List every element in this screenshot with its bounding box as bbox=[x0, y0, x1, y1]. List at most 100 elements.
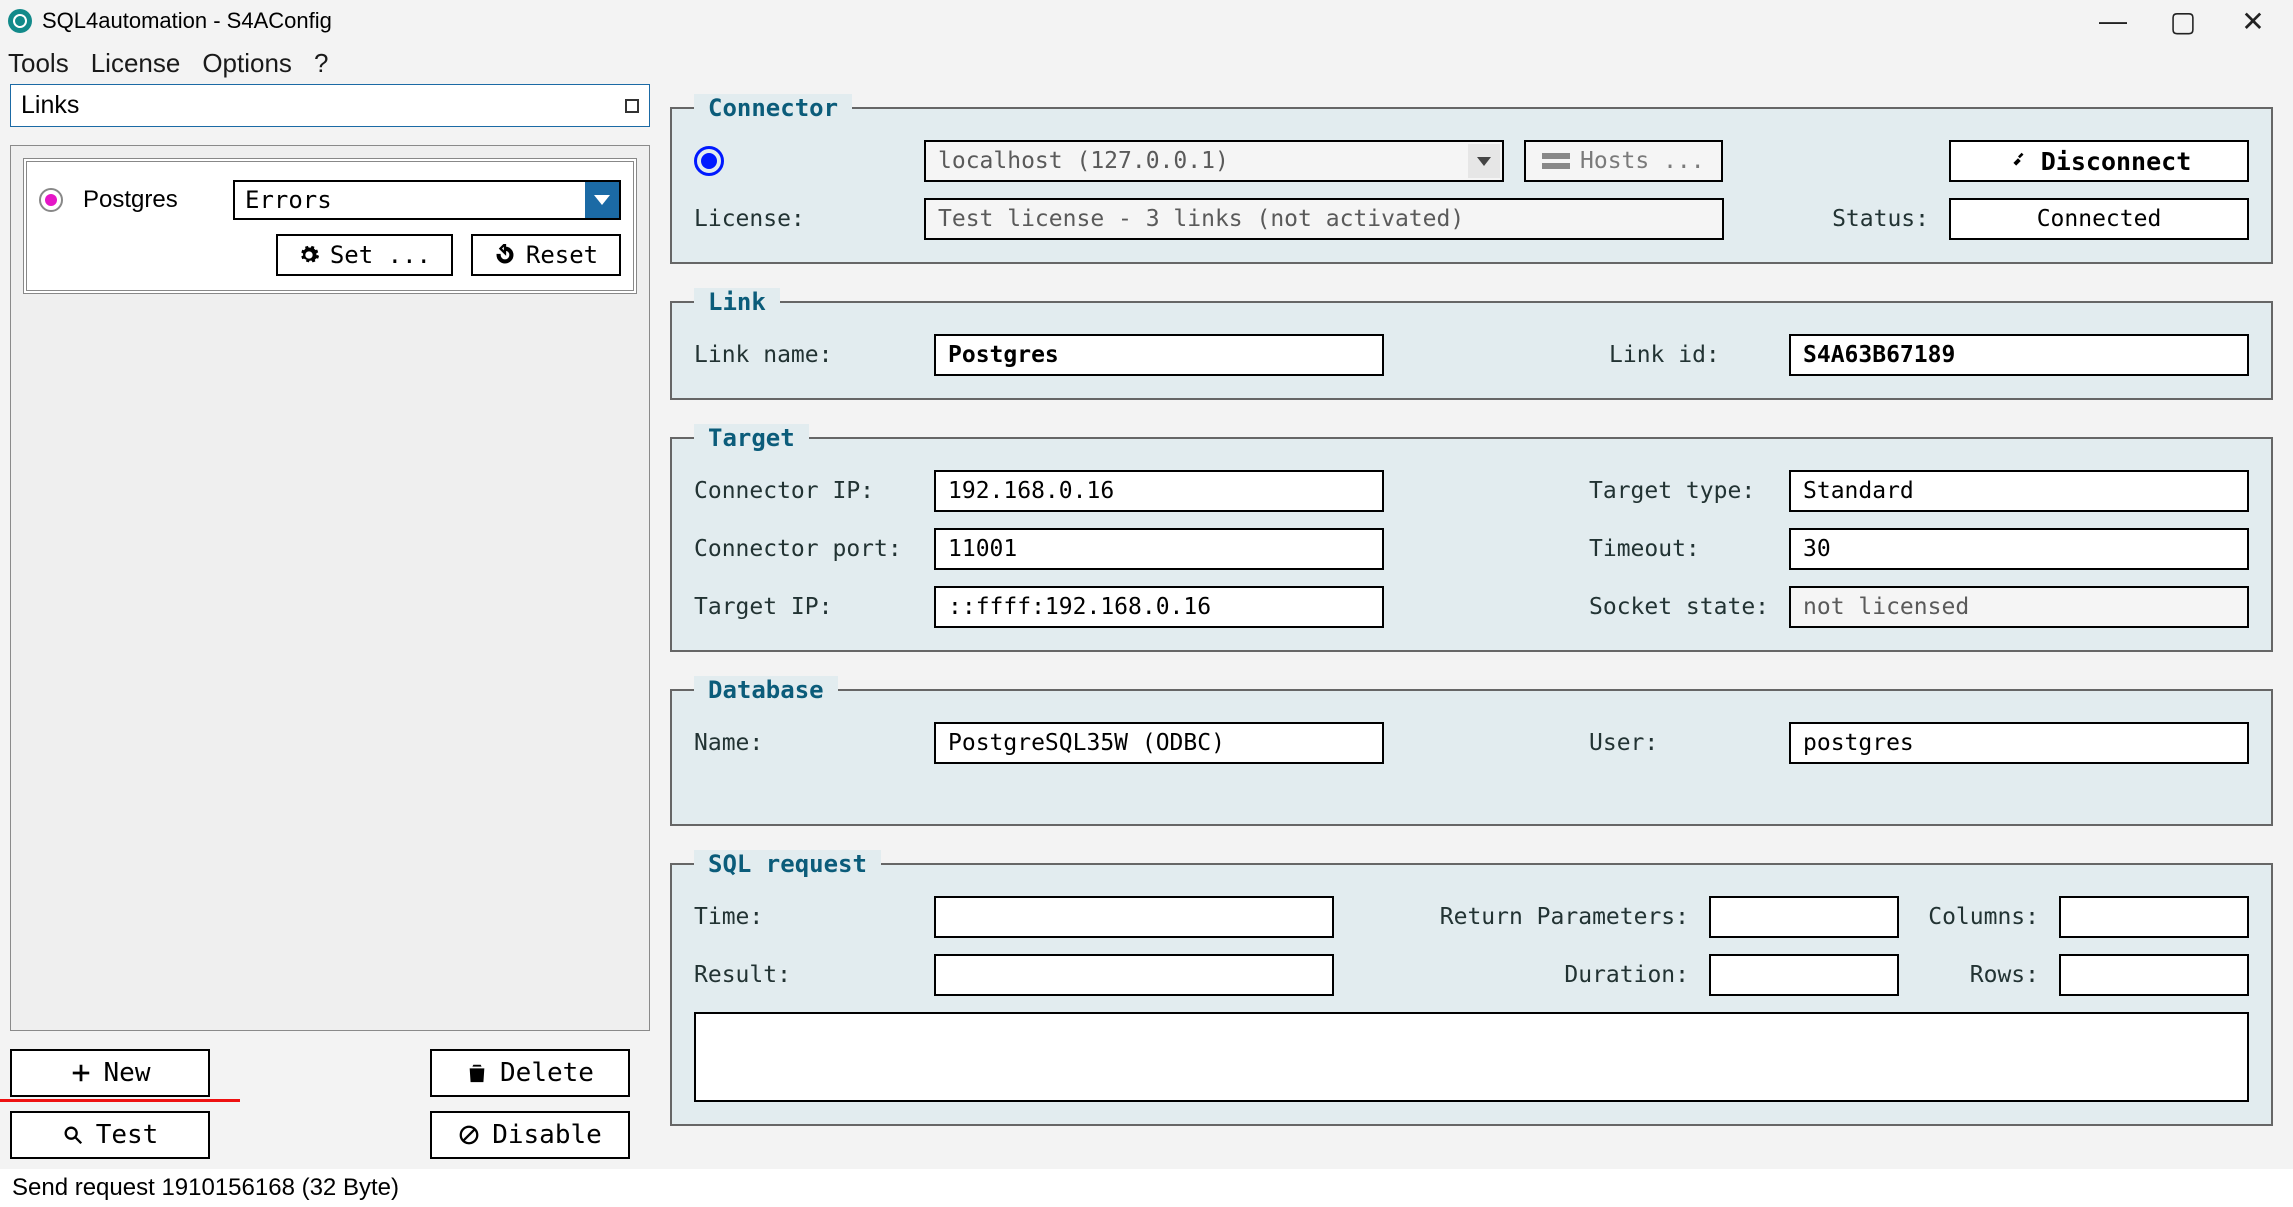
plus-icon bbox=[70, 1062, 92, 1084]
rows-label: Rows: bbox=[1919, 962, 2039, 988]
connector-port-input[interactable]: 11001 bbox=[934, 528, 1384, 570]
menu-help[interactable]: ? bbox=[314, 48, 328, 79]
rows-value bbox=[2059, 954, 2249, 996]
database-legend: Database bbox=[694, 676, 838, 704]
search-icon bbox=[62, 1124, 84, 1146]
gear-icon bbox=[298, 244, 320, 266]
link-group: Link Link name: Postgres Link id: S4A63B… bbox=[670, 288, 2273, 400]
time-value bbox=[934, 896, 1334, 938]
link-legend: Link bbox=[694, 288, 780, 316]
db-user-input[interactable]: postgres bbox=[1789, 722, 2249, 764]
result-value bbox=[934, 954, 1334, 996]
hosts-button-label: Hosts ... bbox=[1580, 148, 1705, 174]
columns-value bbox=[2059, 896, 2249, 938]
popout-icon[interactable] bbox=[625, 99, 639, 113]
connector-ip-input[interactable]: 192.168.0.16 bbox=[934, 470, 1384, 512]
db-name-input[interactable]: PostgreSQL35W (ODBC) bbox=[934, 722, 1384, 764]
db-user-value: postgres bbox=[1803, 730, 1914, 756]
menu-license[interactable]: License bbox=[91, 48, 181, 79]
connector-port-label: Connector port: bbox=[694, 536, 914, 562]
columns-label: Columns: bbox=[1919, 904, 2039, 930]
link-filter-dropdown[interactable]: Errors bbox=[233, 180, 621, 220]
link-status-icon bbox=[39, 188, 63, 212]
link-name-label: Link name: bbox=[694, 342, 914, 368]
titlebar: SQL4automation - S4AConfig — ▢ ✕ bbox=[0, 0, 2293, 42]
connector-radio[interactable] bbox=[694, 146, 724, 176]
test-button-label: Test bbox=[96, 1120, 159, 1150]
close-button[interactable]: ✕ bbox=[2233, 5, 2273, 38]
menu-tools[interactable]: Tools bbox=[8, 48, 69, 79]
timeout-label: Timeout: bbox=[1589, 536, 1769, 562]
return-parameters-value bbox=[1709, 896, 1899, 938]
connector-group: Connector localhost (127.0.0.1) Hosts ..… bbox=[670, 94, 2273, 264]
link-name-value: Postgres bbox=[948, 342, 1059, 368]
reset-button-label: Reset bbox=[526, 241, 598, 269]
duration-label: Duration: bbox=[1439, 962, 1689, 988]
status-label: Status: bbox=[1829, 206, 1929, 232]
maximize-button[interactable]: ▢ bbox=[2163, 5, 2203, 38]
links-list: Postgres Errors Set ... Reset bbox=[10, 145, 650, 1031]
plug-icon bbox=[2007, 150, 2029, 172]
timeout-value: 30 bbox=[1789, 528, 2249, 570]
highlight-underline bbox=[0, 1099, 240, 1102]
new-button-label: New bbox=[104, 1058, 151, 1088]
target-legend: Target bbox=[694, 424, 809, 452]
host-dropdown[interactable]: localhost (127.0.0.1) bbox=[924, 140, 1504, 182]
status-value: Connected bbox=[1949, 198, 2249, 240]
test-button[interactable]: Test bbox=[10, 1111, 210, 1159]
db-user-label: User: bbox=[1589, 730, 1769, 756]
disable-icon bbox=[458, 1124, 480, 1146]
sql-textarea[interactable] bbox=[694, 1012, 2249, 1102]
minimize-button[interactable]: — bbox=[2093, 5, 2133, 38]
return-parameters-label: Return Parameters: bbox=[1439, 904, 1689, 930]
database-group: Database Name: PostgreSQL35W (ODBC) User… bbox=[670, 676, 2273, 826]
link-id-label: Link id: bbox=[1609, 342, 1769, 368]
link-item-postgres[interactable]: Postgres Errors Set ... Reset bbox=[23, 158, 637, 294]
sql-legend: SQL request bbox=[694, 850, 881, 878]
menubar: Tools License Options ? bbox=[0, 42, 2293, 84]
set-button-label: Set ... bbox=[330, 241, 431, 269]
connector-ip-value: 192.168.0.16 bbox=[948, 478, 1114, 504]
dropdown-value: Errors bbox=[245, 186, 332, 214]
target-ip-label: Target IP: bbox=[694, 594, 914, 620]
target-group: Target Connector IP: 192.168.0.16 Target… bbox=[670, 424, 2273, 652]
db-name-label: Name: bbox=[694, 730, 914, 756]
chevron-down-icon bbox=[585, 182, 619, 218]
new-button[interactable]: New bbox=[10, 1049, 210, 1097]
delete-button-label: Delete bbox=[500, 1058, 594, 1088]
chevron-down-icon bbox=[1468, 144, 1500, 178]
duration-value bbox=[1709, 954, 1899, 996]
disconnect-button[interactable]: Disconnect bbox=[1949, 140, 2249, 182]
target-ip-value: ::ffff:192.168.0.16 bbox=[934, 586, 1384, 628]
sql-request-group: SQL request Time: Return Parameters: Col… bbox=[670, 850, 2273, 1126]
connector-port-value: 11001 bbox=[948, 536, 1017, 562]
menu-options[interactable]: Options bbox=[202, 48, 292, 79]
status-text: Send request 1910156168 (32 Byte) bbox=[12, 1174, 399, 1202]
license-label: License: bbox=[694, 206, 904, 232]
target-type-label: Target type: bbox=[1589, 478, 1769, 504]
link-name-input[interactable]: Postgres bbox=[934, 334, 1384, 376]
host-value: localhost (127.0.0.1) bbox=[938, 148, 1229, 174]
target-type-value: Standard bbox=[1789, 470, 2249, 512]
disable-button[interactable]: Disable bbox=[430, 1111, 630, 1159]
disconnect-button-label: Disconnect bbox=[2041, 147, 2192, 176]
disable-button-label: Disable bbox=[492, 1120, 602, 1150]
db-name-value: PostgreSQL35W (ODBC) bbox=[948, 730, 1225, 756]
connector-ip-label: Connector IP: bbox=[694, 478, 914, 504]
connector-legend: Connector bbox=[694, 94, 852, 122]
reload-icon bbox=[494, 244, 516, 266]
socket-state-value: not licensed bbox=[1789, 586, 2249, 628]
license-value: Test license - 3 links (not activated) bbox=[924, 198, 1724, 240]
links-panel-header: Links bbox=[10, 84, 650, 127]
link-id-value: S4A63B67189 bbox=[1789, 334, 2249, 376]
links-panel-title: Links bbox=[21, 91, 79, 120]
delete-button[interactable]: Delete bbox=[430, 1049, 630, 1097]
reset-button[interactable]: Reset bbox=[471, 234, 621, 276]
window-title: SQL4automation - S4AConfig bbox=[42, 8, 2093, 34]
set-button[interactable]: Set ... bbox=[276, 234, 453, 276]
hosts-icon bbox=[1542, 153, 1570, 169]
result-label: Result: bbox=[694, 962, 914, 988]
statusbar: Send request 1910156168 (32 Byte) bbox=[0, 1169, 2293, 1207]
link-item-name: Postgres bbox=[83, 186, 213, 214]
hosts-button[interactable]: Hosts ... bbox=[1524, 140, 1723, 182]
